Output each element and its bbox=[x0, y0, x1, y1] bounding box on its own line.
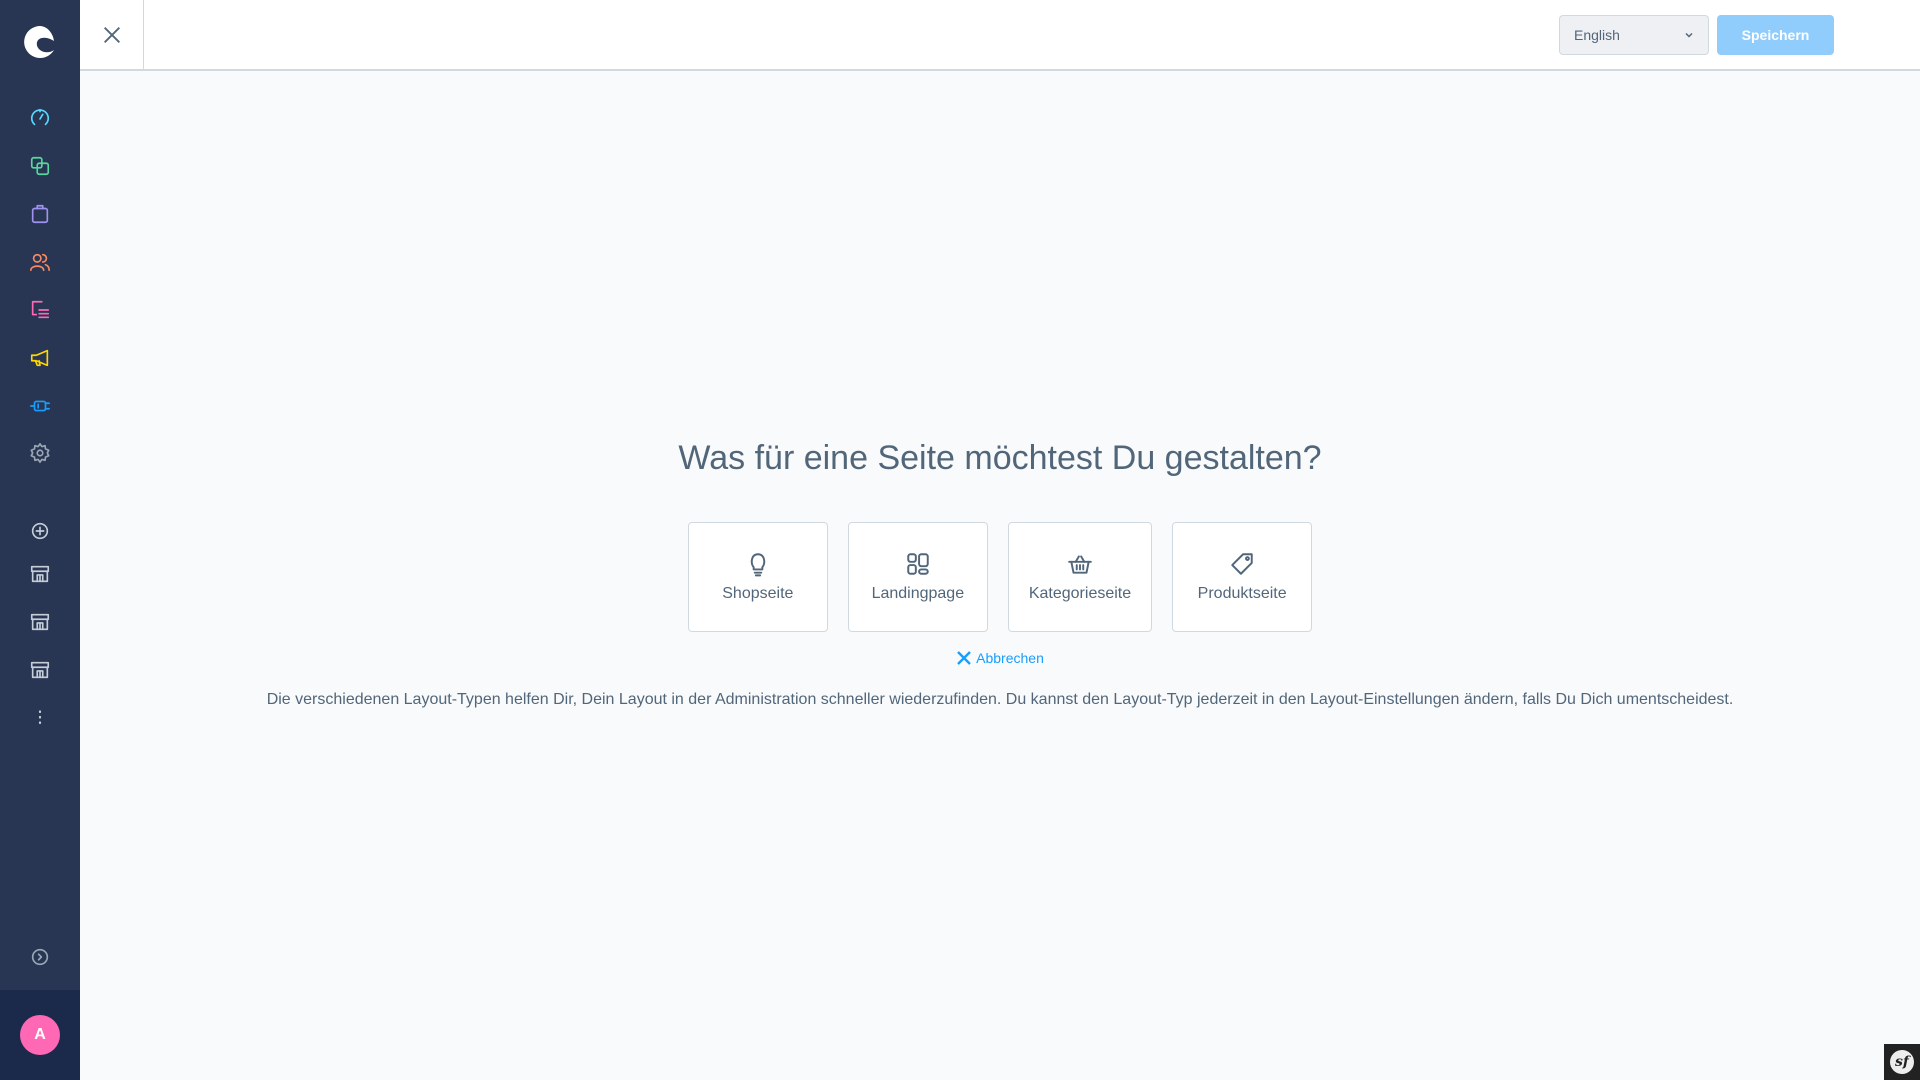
cancel-label: Abbrechen bbox=[976, 650, 1044, 666]
tag-icon bbox=[1231, 553, 1253, 575]
layout-type-selection: Was für eine Seite möchtest Du gestalten… bbox=[80, 71, 1920, 1080]
cancel-link[interactable]: Abbrechen bbox=[80, 650, 1920, 666]
page-type-kategorieseite[interactable]: Kategorieseite bbox=[1007, 522, 1153, 632]
close-button[interactable] bbox=[80, 0, 144, 69]
page-type-options: Shopseite Landingpage Kategorieseite Pro… bbox=[80, 522, 1920, 632]
page-title: Was für eine Seite möchtest Du gestalten… bbox=[678, 439, 1322, 477]
page-type-shopseite[interactable]: Shopseite bbox=[687, 522, 828, 632]
shopware-logo-icon[interactable] bbox=[20, 22, 60, 62]
content-icon[interactable] bbox=[28, 298, 52, 322]
more-icon[interactable] bbox=[28, 705, 52, 729]
page-type-landingpage[interactable]: Landingpage bbox=[847, 522, 988, 632]
close-icon bbox=[957, 651, 971, 665]
extensions-icon[interactable] bbox=[28, 394, 52, 418]
storefront-icon[interactable] bbox=[28, 562, 52, 586]
basket-icon bbox=[1068, 555, 1092, 574]
smart-bar: English Speichern bbox=[80, 0, 1920, 71]
add-sales-channel-icon[interactable] bbox=[28, 519, 52, 543]
page-type-label: Produktseite bbox=[1197, 585, 1287, 602]
catalogues-icon[interactable] bbox=[28, 154, 52, 178]
storefront-icon[interactable] bbox=[28, 610, 52, 634]
marketing-icon[interactable] bbox=[28, 346, 52, 370]
save-button[interactable]: Speichern bbox=[1717, 15, 1834, 55]
layout-type-description: Die verschiedenen Layout-Typen helfen Di… bbox=[266, 691, 1734, 708]
admin-sidebar: A bbox=[0, 0, 80, 1080]
customers-icon[interactable] bbox=[28, 250, 52, 274]
storefront-icon[interactable] bbox=[28, 658, 52, 682]
language-select-value: English bbox=[1574, 27, 1620, 43]
language-select[interactable]: English bbox=[1559, 15, 1709, 55]
lightbulb-icon bbox=[750, 553, 766, 577]
dashboard-icon[interactable] bbox=[28, 106, 52, 130]
symfony-icon: sf bbox=[1890, 1050, 1914, 1074]
settings-icon[interactable] bbox=[28, 441, 52, 465]
page-type-label: Shopseite bbox=[722, 585, 794, 602]
layout-icon bbox=[907, 553, 929, 575]
page-type-produktseite[interactable]: Produktseite bbox=[1172, 522, 1313, 632]
page-type-label: Landingpage bbox=[871, 585, 965, 602]
user-avatar[interactable]: A bbox=[20, 1015, 60, 1055]
page-type-label: Kategorieseite bbox=[1028, 585, 1132, 602]
symfony-toolbar-toggle[interactable]: sf bbox=[1884, 1044, 1920, 1080]
expand-sidebar-icon[interactable] bbox=[28, 945, 52, 969]
chevron-down-icon bbox=[1685, 32, 1693, 38]
close-icon bbox=[103, 26, 120, 43]
orders-icon[interactable] bbox=[28, 202, 52, 226]
